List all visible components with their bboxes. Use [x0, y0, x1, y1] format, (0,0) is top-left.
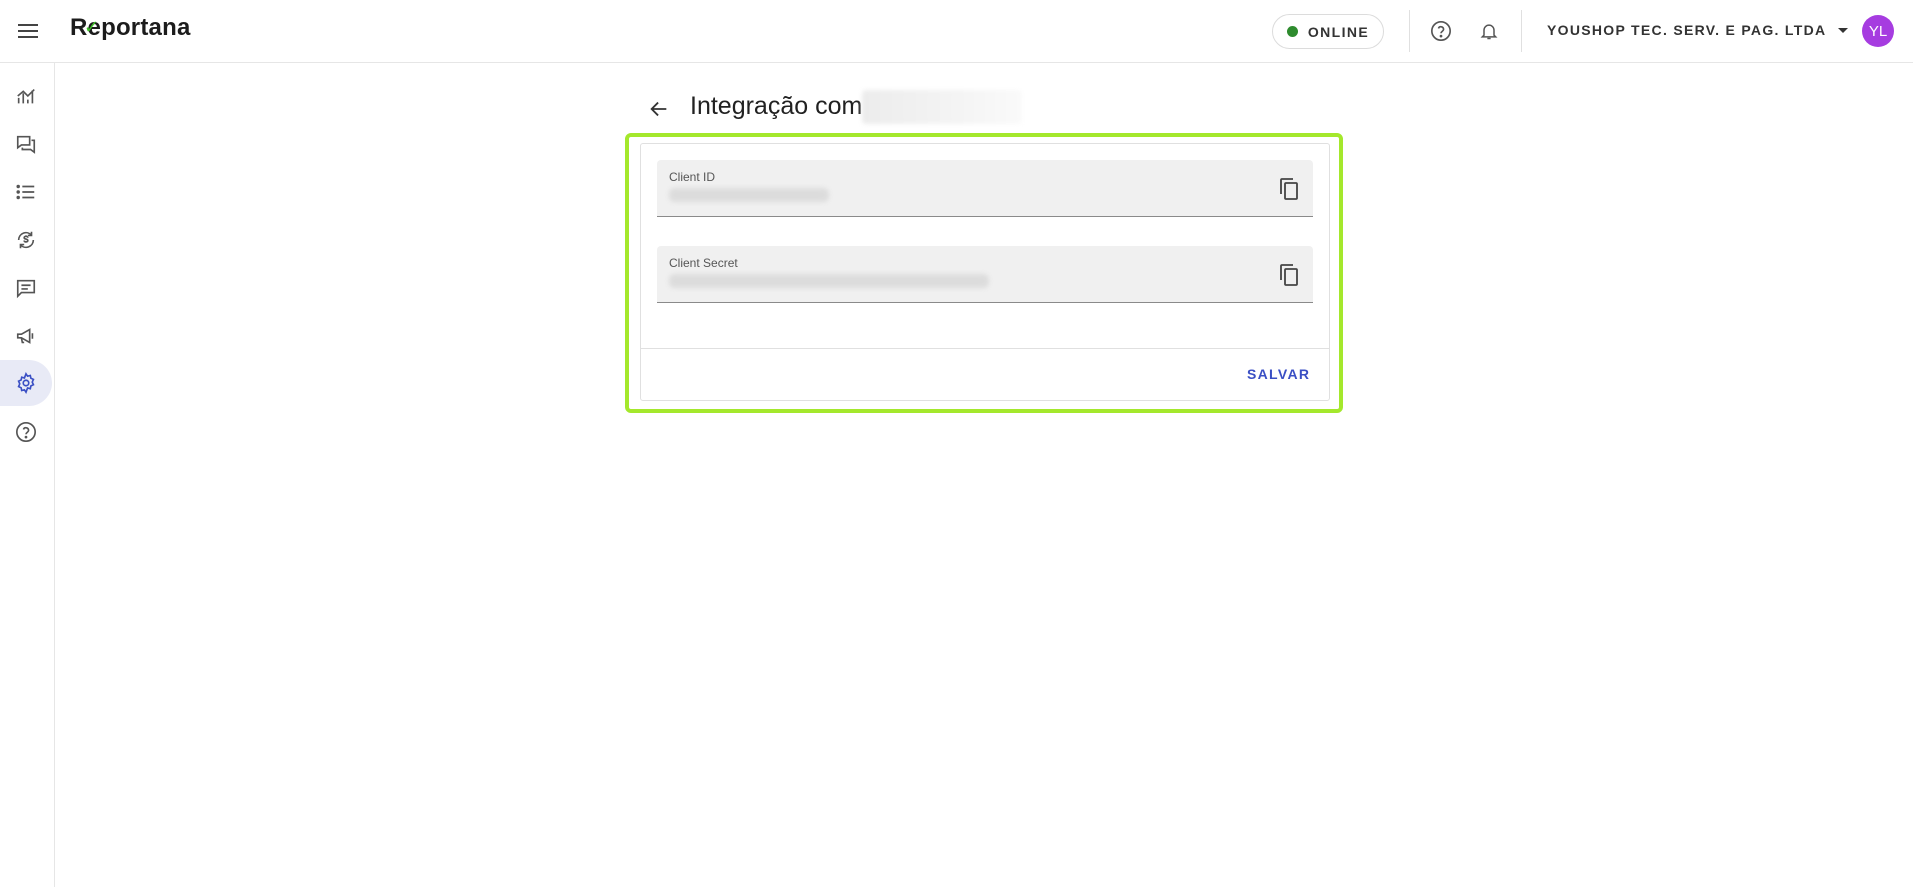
redacted-integration-name: [862, 90, 1022, 124]
logo-check-icon: ✓: [84, 17, 100, 37]
client-secret-value[interactable]: [669, 274, 989, 288]
client-id-label: Client ID: [669, 170, 716, 184]
menu-button[interactable]: [14, 17, 42, 45]
sidebar-item-messages[interactable]: [0, 265, 52, 311]
top-app-bar: Reportana ✓ ONLINE YOUSHOP TEC. SERV. E …: [0, 0, 1913, 63]
divider: [1409, 10, 1410, 52]
divider: [1521, 10, 1522, 52]
settings-icon: [17, 372, 35, 394]
user-avatar[interactable]: YL: [1862, 15, 1894, 47]
sidebar-item-campaigns[interactable]: [0, 313, 52, 359]
copy-client-secret-button[interactable]: [1275, 261, 1303, 289]
help-icon: [16, 422, 36, 442]
client-secret-field[interactable]: Client Secret: [657, 246, 1313, 303]
avatar-initials: YL: [1868, 22, 1888, 40]
copy-icon: [1280, 178, 1298, 200]
client-id-value[interactable]: [669, 188, 829, 202]
analytics-icon: [17, 88, 35, 104]
status-dot-icon: [1286, 26, 1298, 37]
status-label: ONLINE: [1307, 23, 1370, 40]
sidebar-item-list[interactable]: [0, 169, 52, 215]
copy-client-id-button[interactable]: [1275, 175, 1303, 203]
sidebar-item-settings[interactable]: [0, 360, 52, 406]
online-status-chip[interactable]: ONLINE: [1272, 14, 1384, 49]
menu-icon: [18, 24, 38, 38]
notifications-button[interactable]: [1475, 17, 1503, 45]
company-name: YOUSHOP TEC. SERV. E PAG. LTDA: [1547, 22, 1827, 38]
bell-icon: [1480, 24, 1498, 40]
client-secret-label: Client Secret: [669, 256, 738, 270]
card-divider: [641, 348, 1329, 349]
sidebar: [0, 63, 55, 887]
list-icon: [16, 184, 35, 200]
campaign-icon: [16, 328, 34, 344]
app-logo[interactable]: Reportana ✓: [70, 14, 191, 42]
copy-icon: [1280, 264, 1298, 286]
page-title: Integração com: [690, 92, 863, 120]
help-icon: [1431, 21, 1451, 41]
save-button[interactable]: SALVAR: [1247, 366, 1310, 382]
sidebar-item-chat[interactable]: [0, 121, 52, 167]
company-selector[interactable]: YOUSHOP TEC. SERV. E PAG. LTDA: [1547, 22, 1849, 38]
sidebar-item-analytics[interactable]: [0, 73, 52, 119]
message-icon: [16, 279, 36, 299]
help-button[interactable]: [1427, 17, 1455, 45]
currency-sync-icon: [17, 231, 35, 249]
client-id-field[interactable]: Client ID: [657, 160, 1313, 217]
integration-card: Client ID Client Secret SALVAR: [640, 143, 1330, 401]
caret-down-icon: [1838, 27, 1849, 33]
sidebar-item-help[interactable]: [0, 409, 52, 455]
chat-icon: [16, 135, 36, 154]
back-button[interactable]: [644, 94, 674, 124]
sidebar-item-finance[interactable]: [0, 217, 52, 263]
arrow-back-icon: [650, 101, 667, 117]
